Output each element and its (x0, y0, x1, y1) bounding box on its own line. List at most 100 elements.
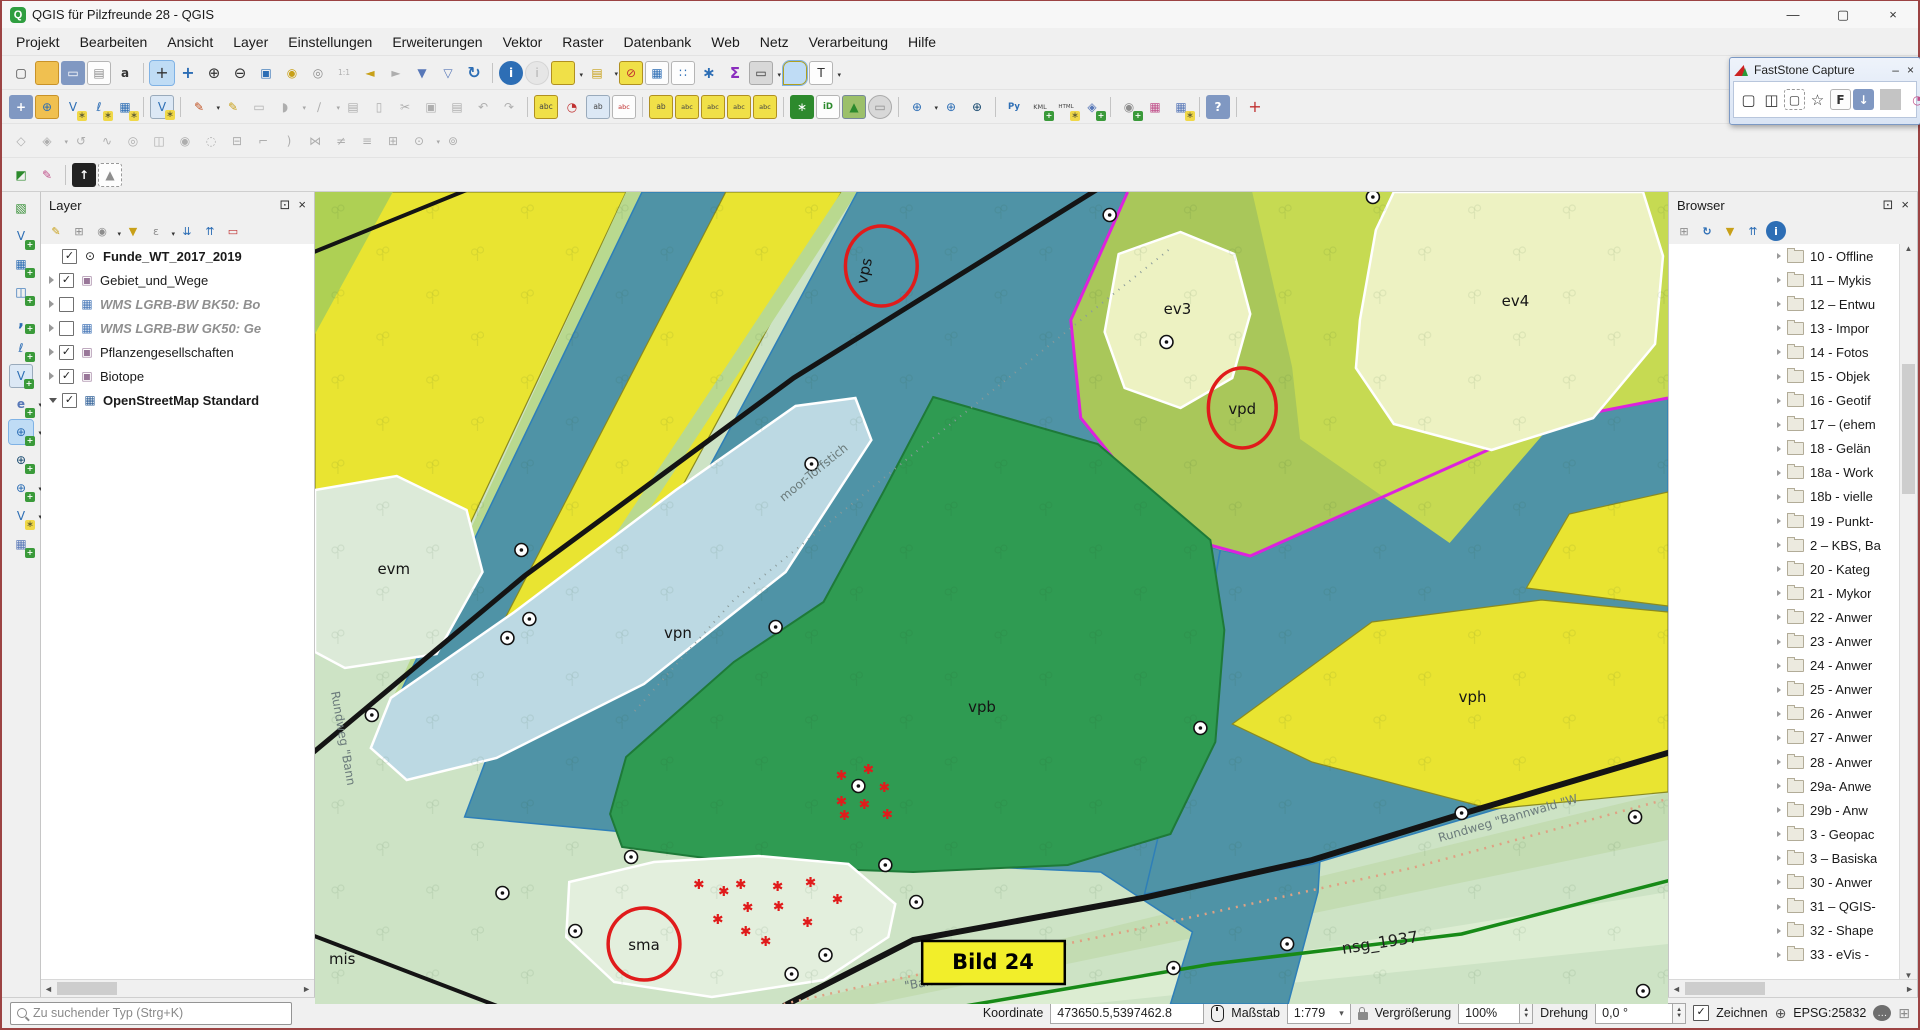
rotation-spinner[interactable]: ▲▼ (1673, 1003, 1686, 1024)
menu-item[interactable]: Einstellungen (278, 31, 382, 53)
pan-to-selection-icon[interactable]: + (176, 61, 200, 85)
plugin-manager-icon[interactable]: ◈ (1080, 95, 1104, 119)
database-manager-icon[interactable]: ▭ (868, 95, 892, 119)
copy-features-icon[interactable]: ▣ (419, 95, 443, 119)
delete-selected-icon[interactable]: ▯ (367, 95, 391, 119)
magnifier-spinner[interactable]: ▲▼ (1520, 1003, 1533, 1024)
fs-editor-icon[interactable]: ◔ (1907, 89, 1920, 110)
scale-combo[interactable]: 1:779▾ (1287, 1003, 1351, 1024)
map-themes-icon[interactable]: ◉ (92, 221, 112, 241)
browser-item[interactable]: 24 - Anwer (1669, 654, 1917, 678)
browser-vscrollbar[interactable]: ▲▼ (1899, 244, 1917, 980)
python-console-icon[interactable]: Py (1002, 95, 1026, 119)
layer-item[interactable]: Funde_WT_2017_2019 (41, 244, 314, 268)
browser-item[interactable]: 16 - Geotif (1669, 389, 1917, 413)
expander-icon[interactable] (1777, 759, 1781, 765)
zoom-native-icon[interactable]: 1:1 (332, 61, 356, 85)
browser-item[interactable]: 18a - Work (1669, 461, 1917, 485)
browser-item[interactable]: 23 - Anwer (1669, 630, 1917, 654)
datasource-manager-side-icon[interactable]: ▧ (9, 196, 33, 220)
expander-icon[interactable] (49, 300, 54, 308)
crosshair-icon[interactable]: + (1243, 95, 1267, 119)
color-table-icon[interactable]: ▦ (1143, 95, 1167, 119)
toggle-editing-icon[interactable]: ✎ (221, 95, 245, 119)
browser-item[interactable]: 15 - Objek (1669, 364, 1917, 388)
observation-icon[interactable]: ⊕ (965, 95, 989, 119)
add-raster-layer-icon[interactable]: ▦ (9, 252, 33, 276)
new-spatialite-icon[interactable]: ℓ (87, 95, 111, 119)
expander-icon[interactable] (1777, 952, 1781, 958)
merge-attributes-icon[interactable]: ⊞ (381, 129, 405, 153)
browser-item[interactable]: 20 - Kateg (1669, 557, 1917, 581)
layer-diagram-icon[interactable]: ◔ (560, 95, 584, 119)
properties-browser-icon[interactable]: i (1766, 221, 1786, 241)
new-bookmark-icon[interactable]: ▼ (410, 61, 434, 85)
layer-item[interactable]: Biotope (41, 364, 314, 388)
faststone-close-button[interactable]: × (1907, 63, 1914, 77)
collapse-browser-icon[interactable]: ⇈ (1743, 221, 1763, 241)
zoom-out-icon[interactable]: ⊖ (228, 61, 252, 85)
expander-icon[interactable] (1777, 422, 1781, 428)
browser-panel-close-icon[interactable]: × (1901, 197, 1909, 213)
expander-icon[interactable] (1777, 253, 1781, 259)
zoom-full-icon[interactable]: ▣ (254, 61, 278, 85)
rotation-input[interactable]: 0,0 ° (1595, 1003, 1673, 1024)
browser-item[interactable]: 22 - Anwer (1669, 605, 1917, 629)
menu-item[interactable]: Ansicht (157, 31, 223, 53)
new-virtual-layer-icon[interactable]: V (9, 504, 33, 528)
expander-icon[interactable] (1777, 398, 1781, 404)
expander-icon[interactable] (1777, 807, 1781, 813)
add-postgis-icon[interactable]: e (9, 392, 33, 416)
browser-item[interactable]: 30 - Anwer (1669, 870, 1917, 894)
menu-item[interactable]: Bearbeiten (70, 31, 158, 53)
layer-checkbox[interactable] (59, 321, 74, 336)
browser-item[interactable]: 28 - Anwer (1669, 750, 1917, 774)
browser-item[interactable]: 11 – Mykis (1669, 268, 1917, 292)
expander-icon[interactable] (1777, 301, 1781, 307)
expander-icon[interactable] (1777, 470, 1781, 476)
redo-icon[interactable]: ↷ (497, 95, 521, 119)
layer-styling-icon[interactable]: ✎ (46, 221, 66, 241)
add-vector-layer-icon[interactable]: V (9, 224, 33, 248)
expander-icon[interactable] (1777, 614, 1781, 620)
expander-icon[interactable] (49, 348, 54, 356)
menu-item[interactable]: Hilfe (898, 31, 946, 53)
metasearch-icon[interactable]: ⊕ (905, 95, 929, 119)
browser-item[interactable]: 19 - Punkt- (1669, 509, 1917, 533)
expander-icon[interactable] (1777, 590, 1781, 596)
layer-checkbox[interactable] (59, 345, 74, 360)
browser-item[interactable]: 21 - Mykor (1669, 581, 1917, 605)
zoom-next-icon[interactable]: ► (384, 61, 408, 85)
split-features-icon[interactable]: ⋈ (303, 129, 327, 153)
messages-icon[interactable]: … (1873, 1005, 1891, 1021)
layer-labeling-icon[interactable]: abc (534, 95, 558, 119)
browser-item[interactable]: 33 - eVis - (1669, 943, 1917, 967)
text-annotation-icon[interactable]: T (809, 61, 833, 85)
zoom-to-layer-icon[interactable]: ◎ (306, 61, 330, 85)
expander-icon[interactable] (1777, 831, 1781, 837)
layer-panel-float-icon[interactable]: ⊡ (280, 197, 291, 213)
offset-curve-icon[interactable]: ) (277, 129, 301, 153)
fs-capture-window-icon[interactable]: ▢ (1738, 89, 1759, 110)
change-label-icon[interactable]: abc (753, 95, 777, 119)
fs-capture-fullscreen-icon[interactable]: F (1830, 89, 1851, 110)
layer-checkbox[interactable] (59, 297, 74, 312)
browser-item[interactable]: 29b - Anw (1669, 798, 1917, 822)
expander-icon[interactable] (1777, 687, 1781, 693)
processing-toolbox-icon[interactable]: ∗ (697, 61, 721, 85)
fs-capture-freehand-icon[interactable]: ☆ (1807, 89, 1828, 110)
add-ring-icon[interactable]: ◎ (121, 129, 145, 153)
kml-export-icon[interactable]: KML (1028, 95, 1052, 119)
maximize-button[interactable]: ▢ (1818, 1, 1868, 28)
expander-icon[interactable] (49, 372, 54, 380)
expander-icon[interactable] (49, 324, 54, 332)
filter-browser-icon[interactable]: ▼ (1720, 221, 1740, 241)
expander-icon[interactable] (1777, 518, 1781, 524)
new-geopackage-icon[interactable]: V (150, 95, 174, 119)
layer-panel-close-icon[interactable]: × (298, 197, 306, 213)
layer-panel-hscrollbar[interactable]: ◄► (41, 979, 314, 997)
menu-item[interactable]: Web (701, 31, 750, 53)
browser-item[interactable]: 31 – QGIS- (1669, 895, 1917, 919)
browser-item[interactable]: 32 - Shape (1669, 919, 1917, 943)
magnifier-input[interactable]: 100% (1458, 1003, 1520, 1024)
